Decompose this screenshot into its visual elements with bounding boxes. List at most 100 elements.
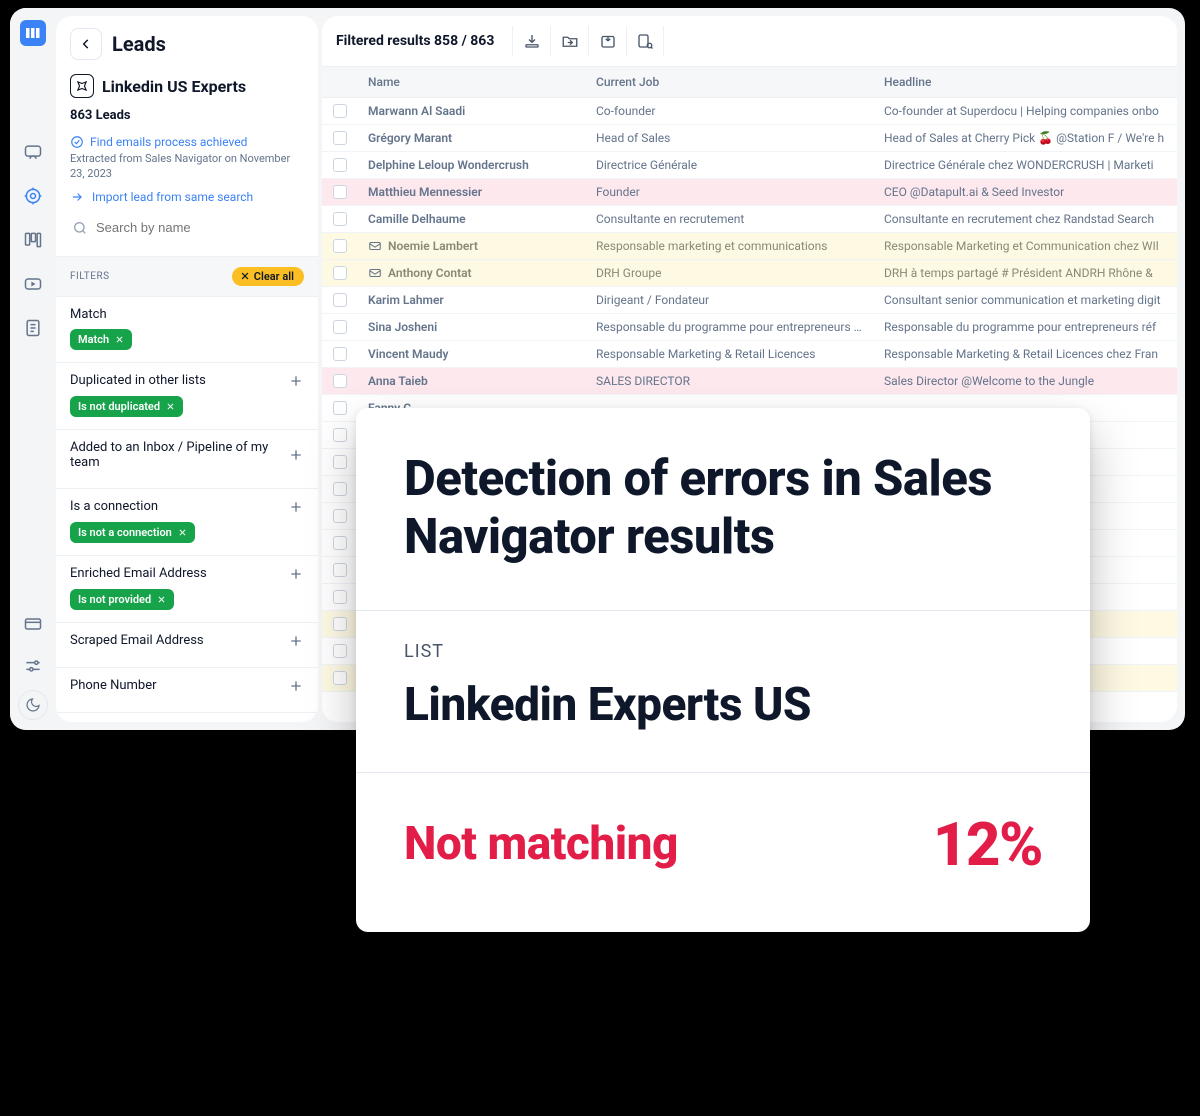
nav-rail [10, 8, 56, 730]
plus-icon[interactable] [288, 566, 304, 582]
video-icon[interactable] [15, 266, 51, 302]
row-checkbox[interactable] [333, 563, 347, 577]
not-matching-label: Not matching [404, 817, 678, 871]
table-row[interactable]: Noemie LambertResponsable marketing et c… [322, 233, 1177, 260]
row-checkbox[interactable] [333, 239, 347, 253]
envelope-icon [368, 266, 382, 280]
clear-all-button[interactable]: Clear all [232, 267, 304, 286]
row-checkbox[interactable] [333, 482, 347, 496]
row-name: Marwann Al Saadi [368, 104, 465, 118]
nav-rail-bottom [15, 606, 51, 720]
table-row[interactable]: Grégory MarantHead of SalesHead of Sales… [322, 125, 1177, 152]
row-headline: Sales Director @Welcome to the Jungle [874, 368, 1177, 394]
filter-chip[interactable]: Is not duplicated [70, 396, 183, 417]
chip-remove-icon[interactable] [157, 595, 166, 604]
overlay-kicker: LIST [404, 641, 1042, 662]
export-folder-icon[interactable] [550, 26, 588, 56]
plus-icon[interactable] [288, 373, 304, 389]
filter-head[interactable]: Is a connection [70, 499, 304, 515]
filter-chip-label: Is not duplicated [78, 400, 160, 413]
filter-head[interactable]: Enriched Email Address [70, 566, 304, 582]
plus-icon[interactable] [288, 678, 304, 694]
filter-group: Scraped Email Address [56, 623, 318, 668]
plus-icon[interactable] [288, 633, 304, 649]
row-checkbox[interactable] [333, 401, 347, 415]
import-link[interactable]: Import lead from same search [70, 190, 304, 204]
col-job[interactable]: Current Job [586, 67, 874, 97]
table-row[interactable]: Camille DelhaumeConsultante en recruteme… [322, 206, 1177, 233]
filter-group: Enriched Email Address Is not provided [56, 556, 318, 623]
row-checkbox[interactable] [333, 185, 347, 199]
filter-chip[interactable]: Match [70, 329, 132, 350]
row-checkbox[interactable] [333, 671, 347, 685]
search-input[interactable] [96, 220, 302, 235]
kanban-icon[interactable] [15, 222, 51, 258]
table-row[interactable]: Anthony ContatDRH GroupeDRH à temps part… [322, 260, 1177, 287]
row-checkbox[interactable] [333, 617, 347, 631]
row-name: Karim Lahmer [368, 293, 444, 307]
row-headline: DRH à temps partagé # Président ANDRH Rh… [874, 260, 1177, 286]
credit-card-icon[interactable] [15, 606, 51, 642]
filter-group: Phone Number [56, 668, 318, 713]
table-row[interactable]: Anna TaiebSALES DIRECTORSales Director @… [322, 368, 1177, 395]
filter-chip[interactable]: Is not provided [70, 589, 174, 610]
col-name[interactable]: Name [358, 67, 586, 97]
filter-head[interactable]: Scraped Email Address [70, 633, 304, 649]
row-checkbox[interactable] [333, 131, 347, 145]
filter-chip-label: Is not a connection [78, 526, 172, 539]
filter-head[interactable]: Phone Number [70, 678, 304, 694]
download-icon[interactable] [512, 26, 550, 56]
sliders-icon[interactable] [15, 648, 51, 684]
back-button[interactable] [70, 28, 102, 60]
row-headline: Responsable Marketing et Communication c… [874, 233, 1177, 259]
row-headline: Consultante en recrutement chez Randstad… [874, 206, 1177, 232]
chip-remove-icon[interactable] [166, 402, 175, 411]
filter-title: Added to an Inbox / Pipeline of my team [70, 440, 288, 470]
plus-icon[interactable] [288, 499, 304, 515]
row-checkbox[interactable] [333, 320, 347, 334]
chip-remove-icon[interactable] [178, 528, 187, 537]
inbox-icon[interactable] [588, 26, 626, 56]
filters-bar: FILTERS Clear all [56, 256, 318, 297]
app-logo[interactable] [20, 20, 46, 46]
table-row[interactable]: Karim LahmerDirigeant / FondateurConsult… [322, 287, 1177, 314]
chip-remove-icon[interactable] [115, 335, 124, 344]
row-checkbox[interactable] [333, 347, 347, 361]
moon-icon[interactable] [18, 690, 48, 720]
row-checkbox[interactable] [333, 509, 347, 523]
chat-icon[interactable] [15, 134, 51, 170]
row-name: Vincent Maudy [368, 347, 448, 361]
filter-chip[interactable]: Is not a connection [70, 522, 195, 543]
row-checkbox[interactable] [333, 590, 347, 604]
col-headline[interactable]: Headline [874, 67, 1177, 97]
row-checkbox[interactable] [333, 455, 347, 469]
filter-head[interactable]: Duplicated in other lists [70, 373, 304, 389]
enrich-icon[interactable] [626, 26, 664, 56]
row-checkbox[interactable] [333, 104, 347, 118]
filter-head[interactable]: Match [70, 307, 304, 322]
row-checkbox[interactable] [333, 536, 347, 550]
table-row[interactable]: Marwann Al SaadiCo-founderCo-founder at … [322, 98, 1177, 125]
table-row[interactable]: Delphine Leloup WondercrushDirectrice Gé… [322, 152, 1177, 179]
filter-head[interactable]: Added to an Inbox / Pipeline of my team [70, 440, 304, 470]
row-checkbox[interactable] [333, 374, 347, 388]
row-job: Co-founder [586, 98, 874, 124]
table-row[interactable]: Vincent Maudy Responsable Marketing & Ret… [322, 341, 1177, 368]
row-checkbox[interactable] [333, 158, 347, 172]
plus-icon[interactable] [288, 447, 304, 463]
document-icon[interactable] [15, 310, 51, 346]
row-checkbox[interactable] [333, 293, 347, 307]
row-checkbox[interactable] [333, 428, 347, 442]
row-checkbox[interactable] [333, 266, 347, 280]
target-icon[interactable] [15, 178, 51, 214]
row-job: Responsable du programme pour entreprene… [586, 314, 874, 340]
filter-title: Duplicated in other lists [70, 373, 206, 388]
row-name: Anna Taieb [368, 374, 428, 388]
row-job: Responsable Marketing & Retail Licences [586, 341, 874, 367]
row-checkbox[interactable] [333, 212, 347, 226]
table-row[interactable]: Matthieu MennessierFounderCEO @Datapult.… [322, 179, 1177, 206]
table-row[interactable]: Sina JosheniResponsable du programme pou… [322, 314, 1177, 341]
row-checkbox[interactable] [333, 644, 347, 658]
status-link[interactable]: Find emails process achieved [70, 135, 304, 149]
row-job: Responsable marketing et communications [586, 233, 874, 259]
